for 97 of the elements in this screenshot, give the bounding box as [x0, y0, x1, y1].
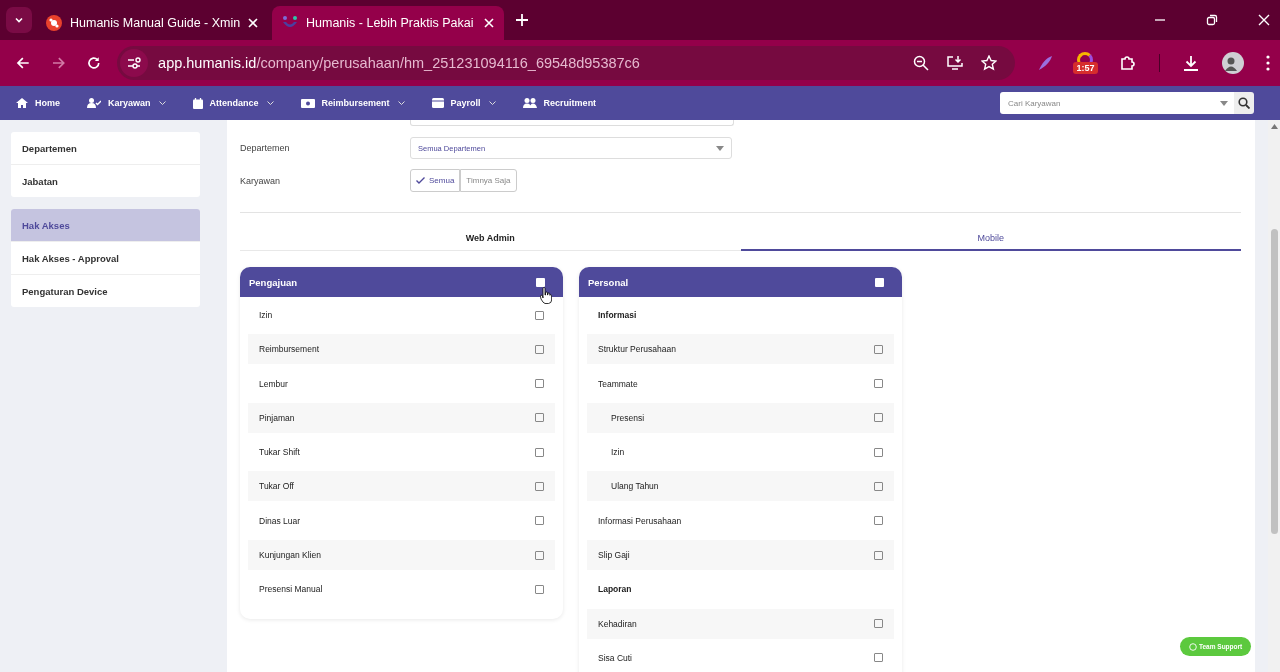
permission-label: Tukar Off	[259, 481, 294, 492]
permission-label: Tukar Shift	[259, 447, 300, 458]
users-icon	[522, 98, 537, 108]
banknote-icon	[300, 98, 315, 108]
restore-icon[interactable]	[1206, 14, 1218, 26]
permission-label: Lembur	[259, 378, 288, 389]
checkbox[interactable]	[535, 584, 544, 594]
back-icon[interactable]	[16, 56, 30, 70]
section-heading: Informasi	[598, 310, 637, 320]
nav-menu-item[interactable]: Karyawan	[87, 98, 166, 108]
permission-label: Izin	[610, 447, 625, 458]
checkbox[interactable]	[535, 379, 544, 389]
checkbox[interactable]	[875, 277, 884, 287]
checkbox[interactable]	[874, 653, 883, 663]
reload-icon[interactable]	[87, 56, 102, 70]
permission-label: Kunjungan Klien	[259, 550, 321, 561]
calendar-icon	[192, 97, 203, 109]
sidebar-item[interactable]: Hak Akses - Approval	[11, 242, 200, 275]
section-heading: Laporan	[598, 584, 632, 595]
permission-label: Izin	[259, 310, 273, 320]
permission-label: Slip Gaji	[598, 550, 630, 561]
nav-menu-item[interactable]: Recruitment	[522, 98, 597, 108]
check-icon	[416, 177, 425, 184]
checkbox[interactable]	[874, 516, 883, 526]
more-icon[interactable]	[1266, 55, 1270, 71]
close-tab-icon[interactable]	[248, 18, 259, 28]
sidebar-item[interactable]: Hak Akses	[11, 209, 200, 242]
checkbox[interactable]	[874, 482, 883, 491]
wallet-icon	[431, 98, 444, 108]
checkbox[interactable]	[874, 413, 883, 423]
star-icon[interactable]	[981, 55, 998, 71]
search-icon	[1238, 97, 1250, 109]
checkbox[interactable]	[535, 482, 544, 491]
download-icon[interactable]	[1182, 54, 1200, 72]
browser-tab[interactable]: Humanis - Lebih Praktis Pakai	[272, 6, 504, 40]
permission-label: Pinjaman	[259, 412, 295, 423]
scrollbar[interactable]	[1268, 120, 1280, 672]
permission-label: Struktur Perusahaan	[598, 344, 676, 355]
tab[interactable]: Mobile	[740, 233, 1241, 251]
checkbox[interactable]	[535, 516, 544, 526]
sidebar-item[interactable]: Jabatan	[11, 165, 200, 197]
card-title: Personal	[588, 276, 629, 288]
new-tab-icon[interactable]	[516, 14, 528, 26]
scroll-up-icon[interactable]	[1270, 124, 1278, 129]
caret-icon	[716, 145, 724, 151]
puzzle-icon[interactable]	[1119, 54, 1137, 72]
checkbox[interactable]	[874, 447, 883, 457]
user-check-icon	[87, 98, 101, 108]
permission-label: Reimbursement	[259, 344, 319, 355]
checkbox[interactable]	[535, 447, 544, 457]
checkbox[interactable]	[535, 344, 544, 354]
checkbox[interactable]	[874, 619, 883, 629]
employee-search-field[interactable]: Cari Karyawan	[1000, 92, 1234, 114]
zoom-out-icon[interactable]	[913, 55, 930, 71]
browser-tab[interactable]: Humanis Manual Guide - Xmin	[36, 6, 268, 40]
url-text: app.humanis.id/company/perusahaan/hm_251231094116_69548d95387c6	[158, 55, 640, 71]
field-label: Karyawan	[240, 175, 282, 186]
dropdown-field[interactable]	[410, 120, 734, 126]
hand-cursor-icon	[540, 287, 552, 304]
card-title: Pengajuan	[249, 276, 298, 288]
checkbox[interactable]	[874, 550, 883, 560]
permission-label: Teammate	[598, 378, 638, 389]
sidebar-item[interactable]: Departemen	[11, 132, 200, 165]
permission-label: Presensi Manual	[259, 584, 323, 595]
permission-label: Ulang Tahun	[610, 481, 659, 492]
tab[interactable]: Web Admin	[240, 233, 741, 251]
permission-label: Dinas Luar	[259, 515, 301, 526]
close-icon[interactable]	[1258, 14, 1270, 26]
caret-icon	[1220, 101, 1228, 106]
nav-menu-item[interactable]: Reimbursement	[300, 98, 405, 108]
checkbox[interactable]	[874, 344, 883, 354]
checkbox[interactable]	[535, 413, 544, 423]
checkbox[interactable]	[535, 310, 544, 320]
permission-label: Presensi	[610, 412, 645, 423]
permission-label: Informasi Perusahaan	[598, 515, 682, 526]
nav-menu-item[interactable]: Attendance	[192, 97, 274, 109]
checkbox[interactable]	[874, 379, 883, 389]
sidebar-item[interactable]: Pengaturan Device	[11, 275, 200, 307]
site-settings-icon[interactable]	[120, 49, 149, 77]
nav-menu-item[interactable]: Home	[16, 98, 60, 108]
home-icon	[16, 98, 28, 108]
toggle-option[interactable]: Semua	[410, 169, 461, 192]
close-tab-icon[interactable]	[484, 18, 494, 28]
feather-icon[interactable]	[1037, 55, 1054, 71]
permission-label: Kehadiran	[598, 618, 637, 629]
flower-logo-icon	[46, 15, 62, 31]
install-app-icon[interactable]	[946, 55, 965, 71]
nav-menu-item[interactable]: Payroll	[431, 98, 496, 108]
toggle-option[interactable]: Timnya Saja	[460, 169, 517, 192]
address-bar[interactable]: app.humanis.id/company/perusahaan/hm_251231094116_69548d95387c6	[117, 46, 1016, 80]
field-label: Departemen	[240, 143, 291, 153]
avatar-icon[interactable]	[1222, 52, 1244, 74]
checkbox[interactable]	[536, 277, 545, 287]
permission-label: Sisa Cuti	[598, 652, 632, 663]
forward-icon[interactable]	[51, 56, 66, 70]
checkbox[interactable]	[535, 550, 544, 560]
search-button[interactable]	[1234, 92, 1254, 114]
